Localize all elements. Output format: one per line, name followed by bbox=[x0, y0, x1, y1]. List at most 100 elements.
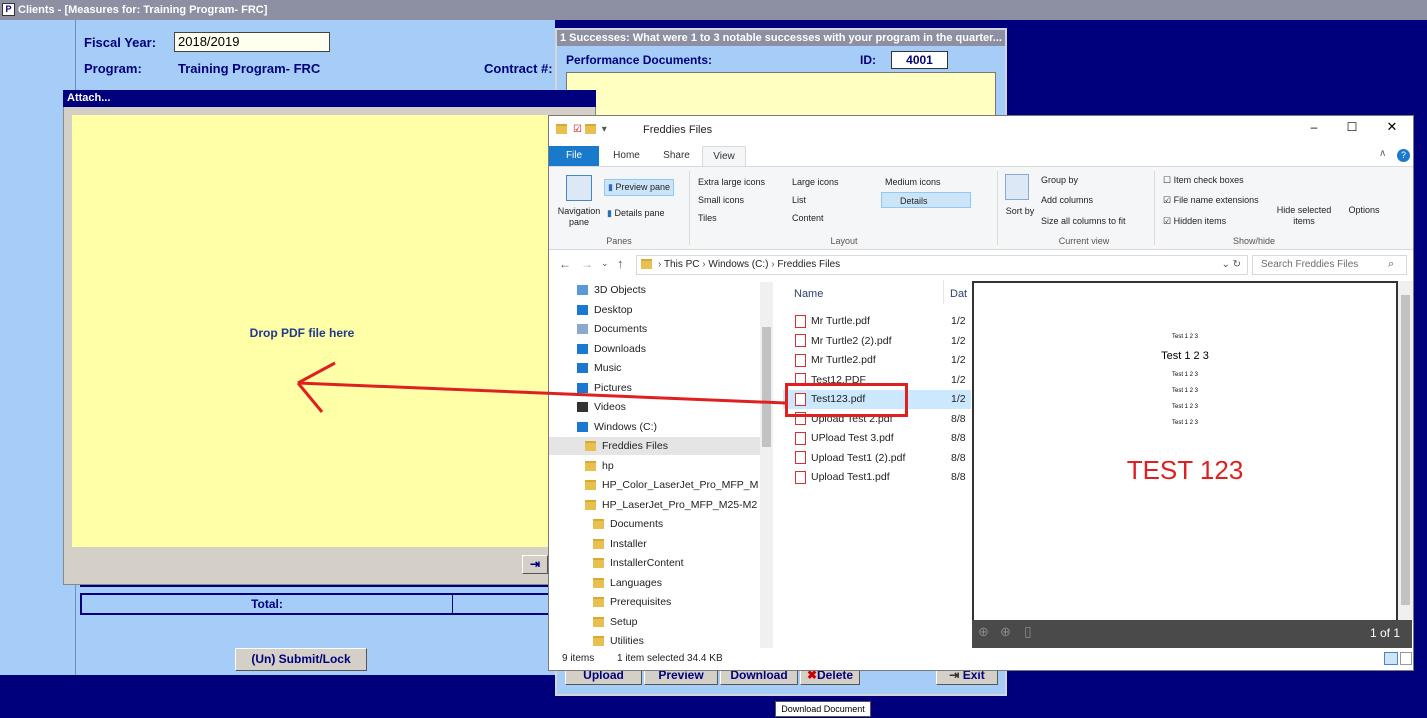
file-row[interactable]: Mr Turtle2.pdf 1/2 bbox=[783, 351, 971, 370]
nav-item-label: InstallerContent bbox=[610, 557, 684, 569]
forward-arrow-icon[interactable]: → bbox=[581, 257, 593, 271]
page-icon[interactable]: ▯ bbox=[1024, 623, 1032, 640]
preview-pane-button[interactable]: ▮ Preview pane bbox=[604, 179, 675, 196]
attach-exit-button[interactable]: ⇥ bbox=[522, 555, 548, 574]
small-icons-option[interactable]: Small icons bbox=[698, 195, 744, 205]
current-view-group-label: Current view bbox=[1058, 236, 1110, 246]
nav-scrollbar[interactable] bbox=[760, 282, 773, 648]
file-name-extensions-option[interactable]: ☑ File name extensions bbox=[1163, 195, 1259, 206]
program-value: Training Program- FRC bbox=[178, 61, 321, 76]
submit-lock-button[interactable]: (Un) Submit/Lock bbox=[235, 648, 367, 671]
navigation-pane-button[interactable]: Navigation pane bbox=[555, 206, 603, 228]
large-icons-view-icon[interactable] bbox=[1400, 652, 1412, 665]
nav-item[interactable]: 3D Objects bbox=[549, 281, 773, 299]
up-arrow-icon[interactable]: ↑ bbox=[617, 256, 624, 271]
item-check-boxes-option[interactable]: ☐ Item check boxes bbox=[1163, 175, 1244, 186]
details-pane-button[interactable]: ▮ Details pane bbox=[607, 208, 665, 219]
breadcrumb-folder[interactable]: Freddies Files bbox=[777, 259, 840, 270]
panes-group-label: Panes bbox=[606, 236, 632, 246]
nav-item[interactable]: Desktop bbox=[549, 301, 773, 319]
folder-icon bbox=[585, 499, 596, 510]
drop-pdf-label: Drop PDF file here bbox=[249, 326, 355, 340]
medium-icons-option[interactable]: Medium icons bbox=[885, 177, 941, 187]
nav-item[interactable]: HP_LaserJet_Pro_MFP_M25-M2 bbox=[549, 496, 773, 514]
id-field[interactable]: 4001 bbox=[891, 51, 948, 69]
folder-icon bbox=[641, 259, 652, 270]
maximize-button[interactable]: ☐ bbox=[1340, 120, 1364, 134]
app-icon[interactable]: P bbox=[2, 3, 15, 16]
address-bar[interactable]: › This PC › Windows (C:) › Freddies File… bbox=[636, 255, 1248, 275]
tab-file[interactable]: File bbox=[549, 146, 599, 166]
breadcrumb-this-pc[interactable]: This PC bbox=[664, 259, 700, 270]
fiscal-year-input[interactable]: 2018/2019 bbox=[174, 32, 330, 52]
preview-scrollbar[interactable] bbox=[1398, 281, 1413, 621]
search-input[interactable]: Search Freddies Files bbox=[1252, 255, 1407, 275]
nav-item[interactable]: InstallerContent bbox=[549, 554, 773, 572]
page-down-icon[interactable]: ⊕ bbox=[1000, 624, 1011, 640]
sort-by-button[interactable]: Sort by bbox=[1005, 206, 1035, 217]
help-icon[interactable]: ? bbox=[1397, 149, 1410, 162]
selected-file-highlight bbox=[785, 383, 908, 417]
preview-pane-icon: ▮ bbox=[608, 182, 613, 192]
large-icons-option[interactable]: Large icons bbox=[792, 177, 839, 187]
nav-item[interactable]: HP_Color_LaserJet_Pro_MFP_M bbox=[549, 476, 773, 494]
tab-view[interactable]: View bbox=[702, 146, 746, 166]
search-icon[interactable]: ⌕ bbox=[1388, 258, 1394, 271]
item-check-boxes-label: Item check boxes bbox=[1173, 175, 1244, 185]
hidden-items-option[interactable]: ☑ Hidden items bbox=[1163, 216, 1226, 227]
column-header-date[interactable]: Dat bbox=[950, 288, 967, 300]
nav-item[interactable]: Setup bbox=[549, 613, 773, 631]
refresh-icon[interactable]: ⌄ ↻ bbox=[1221, 256, 1241, 274]
content-option[interactable]: Content bbox=[792, 213, 824, 223]
add-columns-button[interactable]: Add columns bbox=[1041, 195, 1093, 205]
group-by-button[interactable]: Group by bbox=[1041, 175, 1078, 185]
hide-selected-button[interactable]: Hide selected items bbox=[1273, 205, 1335, 227]
nav-item[interactable]: Utilities bbox=[549, 632, 773, 648]
program-label: Program: bbox=[84, 61, 142, 76]
folder-icon bbox=[585, 441, 596, 452]
file-row[interactable]: Upload Test1.pdf 8/8 bbox=[783, 468, 971, 487]
preview-pane-label: Preview pane bbox=[615, 182, 671, 192]
layout-group-label: Layout bbox=[830, 236, 858, 246]
minimize-button[interactable]: – bbox=[1302, 120, 1326, 134]
file-row[interactable]: Mr Turtle.pdf 1/2 bbox=[783, 312, 971, 331]
hidden-items-label: Hidden items bbox=[1173, 216, 1227, 226]
tiles-option[interactable]: Tiles bbox=[698, 213, 717, 223]
nav-item-label: hp bbox=[602, 459, 614, 472]
nav-item[interactable]: hp bbox=[549, 457, 773, 475]
preview-big-text: TEST 123 bbox=[1126, 455, 1244, 485]
quick-access-toolbar[interactable]: ☑ ▾ bbox=[556, 124, 626, 138]
page-up-icon[interactable]: ⊕ bbox=[978, 624, 989, 640]
list-option[interactable]: List bbox=[792, 195, 806, 205]
nav-item[interactable]: Freddies Files bbox=[549, 437, 773, 455]
file-row[interactable]: Upload Test1 (2).pdf 8/8 bbox=[783, 449, 971, 468]
qat-dropdown-icon: ▾ bbox=[601, 124, 607, 135]
ribbon-collapse-icon[interactable]: ∧ bbox=[1379, 148, 1386, 159]
file-date: 8/8 bbox=[951, 432, 966, 444]
options-button[interactable]: Options bbox=[1345, 205, 1383, 215]
tab-share[interactable]: Share bbox=[654, 146, 699, 166]
details-view-icon[interactable] bbox=[1384, 652, 1398, 665]
file-row[interactable]: UPload Test 3.pdf 8/8 bbox=[783, 429, 971, 448]
column-header-name[interactable]: Name bbox=[794, 288, 823, 300]
nav-item[interactable]: Documents bbox=[549, 320, 773, 338]
tab-home[interactable]: Home bbox=[604, 146, 649, 166]
details-option[interactable]: Details bbox=[881, 192, 971, 208]
file-date: 1/2 bbox=[951, 315, 966, 327]
nav-item[interactable]: Prerequisites bbox=[549, 593, 773, 611]
extra-large-icons-option[interactable]: Extra large icons bbox=[698, 177, 765, 187]
size-columns-button[interactable]: Size all columns to fit bbox=[1041, 216, 1126, 226]
nav-item-label: Downloads bbox=[594, 342, 646, 355]
back-arrow-icon[interactable]: ← bbox=[559, 257, 571, 271]
nav-item[interactable]: Installer bbox=[549, 535, 773, 553]
documents-list-area[interactable] bbox=[566, 72, 996, 120]
breadcrumb-drive[interactable]: Windows (C:) bbox=[708, 259, 768, 270]
nav-item[interactable]: Languages bbox=[549, 574, 773, 592]
main-window-titlebar: Clients - [Measures for: Training Progra… bbox=[0, 0, 1427, 20]
close-button[interactable]: ✕ bbox=[1380, 119, 1404, 135]
recent-locations-icon[interactable]: ⌄ bbox=[601, 258, 609, 269]
folder-icon bbox=[577, 324, 588, 335]
nav-item[interactable]: Documents bbox=[549, 515, 773, 533]
file-row[interactable]: Mr Turtle2 (2).pdf 1/2 bbox=[783, 332, 971, 351]
folder-icon bbox=[593, 616, 604, 627]
